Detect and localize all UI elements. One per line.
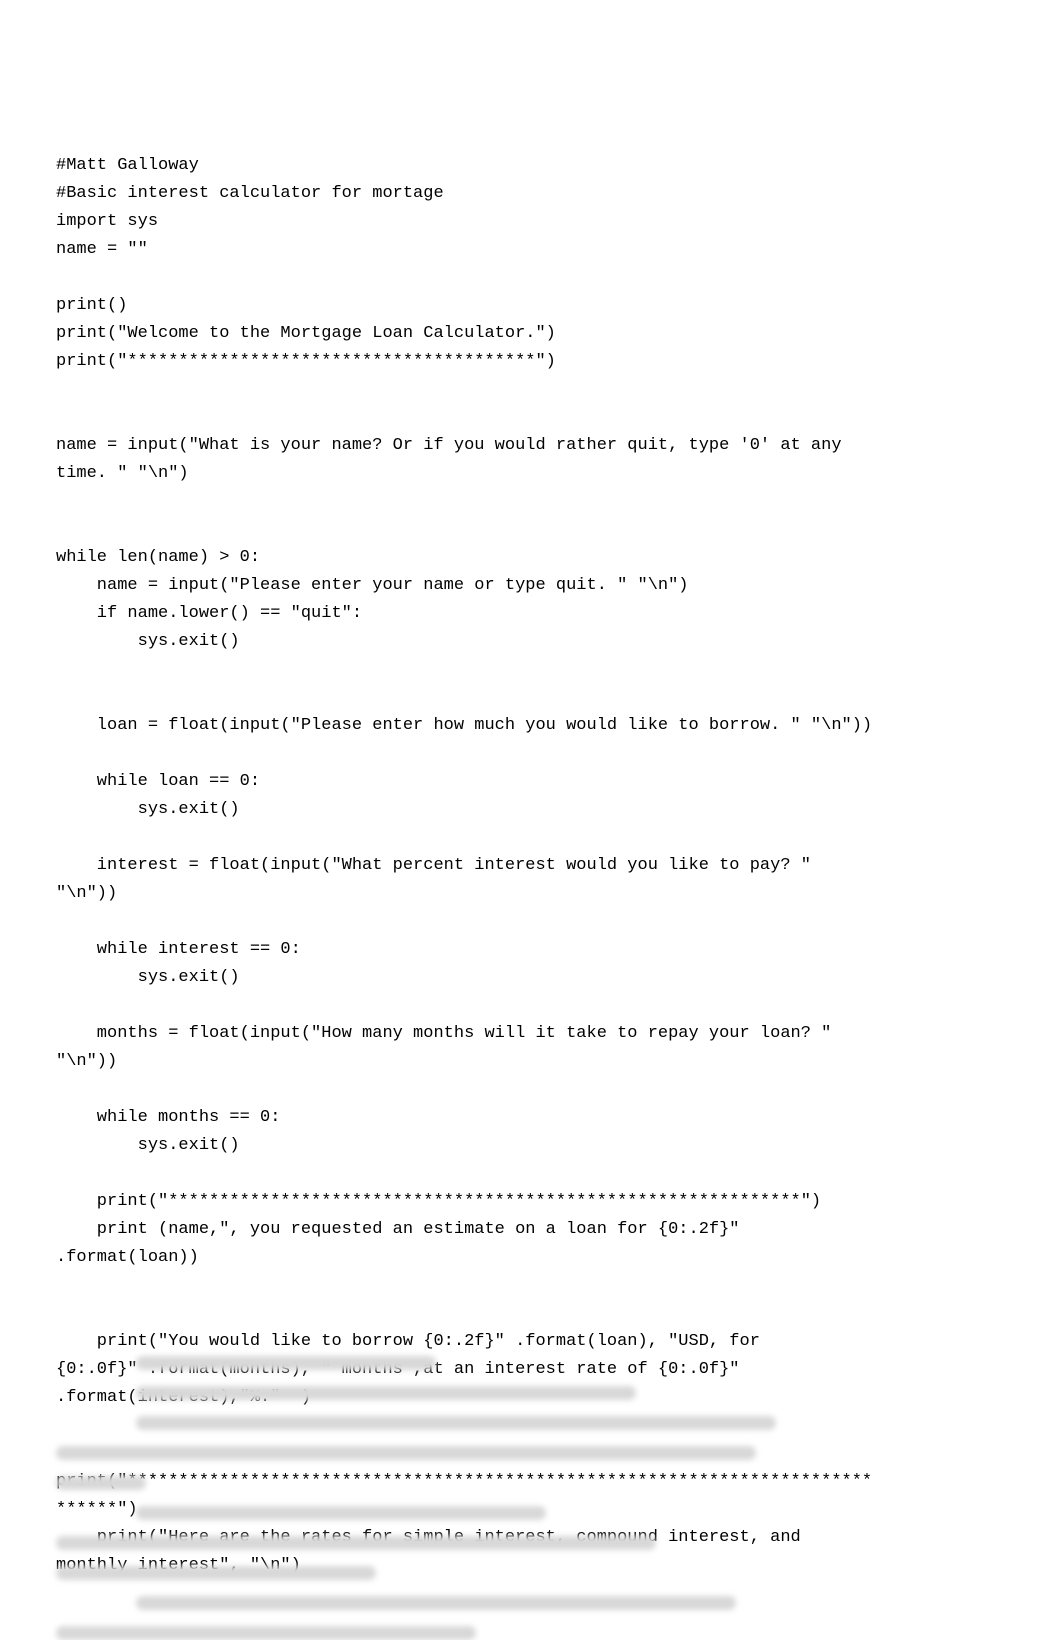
obscured-line [56, 1536, 656, 1550]
obscured-line [136, 1386, 636, 1400]
obscured-line [136, 1356, 436, 1370]
obscured-content [56, 1356, 1006, 1616]
obscured-line [56, 1626, 476, 1640]
obscured-line [56, 1446, 756, 1460]
obscured-line [56, 1476, 146, 1490]
obscured-line [56, 1566, 376, 1580]
obscured-line [136, 1416, 776, 1430]
obscured-line [136, 1596, 736, 1610]
obscured-line [136, 1506, 546, 1520]
document-page: #Matt Galloway #Basic interest calculato… [0, 0, 1062, 1636]
